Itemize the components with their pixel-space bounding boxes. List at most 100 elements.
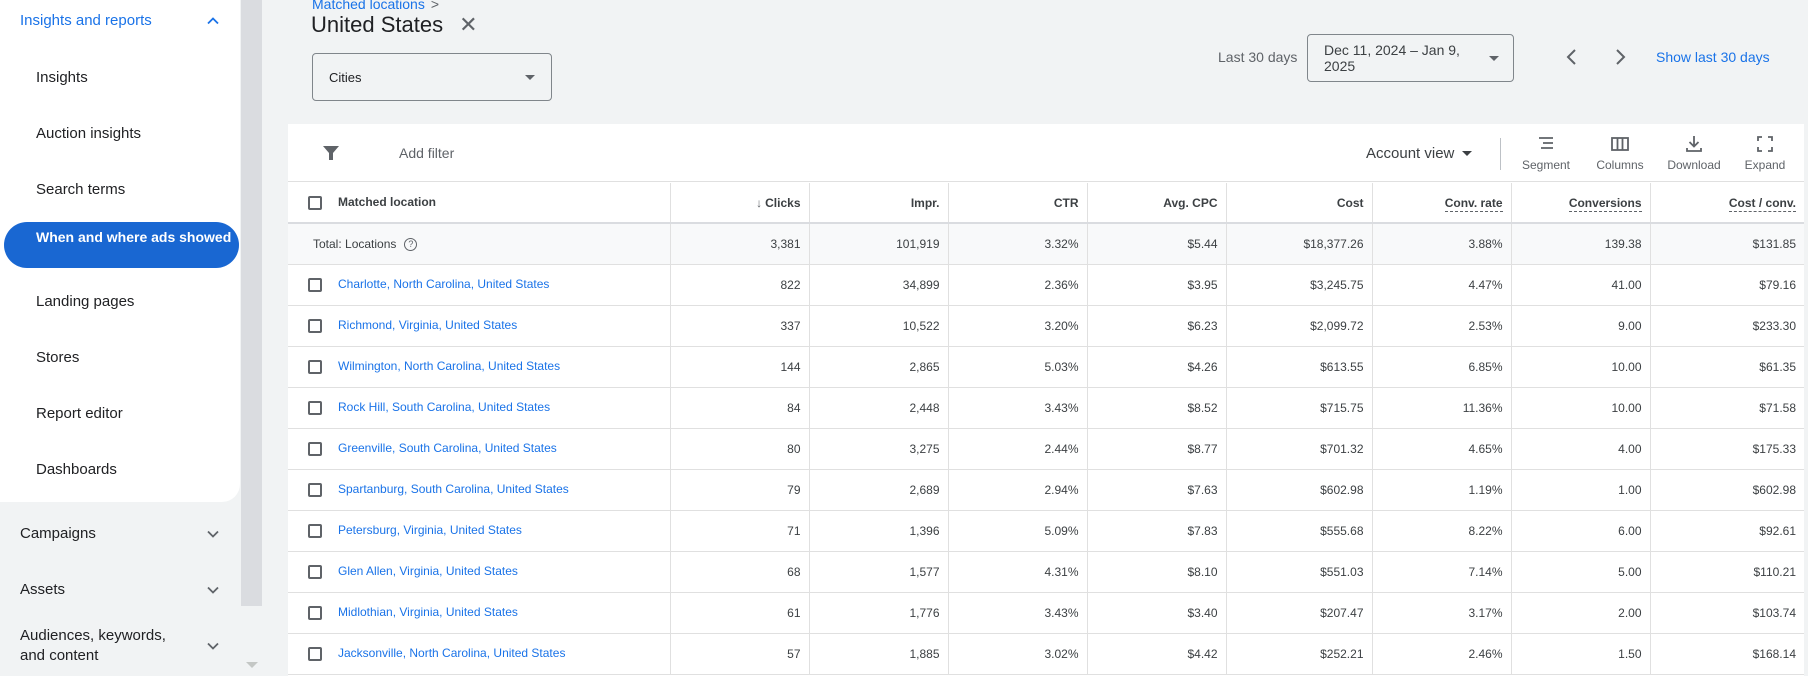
ctr-cell: 5.09% [948,510,1088,552]
expand-button[interactable]: Expand [1733,134,1797,172]
location-level-select[interactable]: Cities [312,53,552,101]
previous-period-icon[interactable] [1561,46,1583,68]
total-label: Total: Locations [313,236,397,251]
download-icon [1686,136,1702,152]
column-header-ctr[interactable]: CTR [948,183,1088,224]
sidebar-section-audiences[interactable]: Audiences, keywords, and content [20,626,220,666]
total-conv-rate: 3.88% [1372,223,1512,265]
column-header-cost[interactable]: Cost [1226,183,1373,224]
sidebar-section-assets[interactable]: Assets [20,581,220,598]
conv-rate-cell: 2.46% [1372,633,1512,675]
column-header-clicks[interactable]: ↓ Clicks [670,183,810,224]
cost-cell: $715.75 [1226,387,1373,429]
ctr-cell: 5.03% [948,346,1088,388]
cost-cell: $613.55 [1226,346,1373,388]
row-checkbox[interactable] [308,277,322,292]
sidebar-item-auction-insights[interactable]: Auction insights [36,125,141,142]
sidebar-item-search-terms[interactable]: Search terms [36,181,125,198]
row-checkbox[interactable] [308,400,322,415]
ctr-cell: 3.02% [948,633,1088,675]
ctr-cell: 2.94% [948,469,1088,511]
location-link[interactable]: Wilmington, North Carolina, United State… [338,359,560,373]
filter-icon[interactable] [322,144,340,162]
table-row: Spartanburg, South Carolina, United Stat… [288,469,1804,511]
sidebar-item-report-editor[interactable]: Report editor [36,405,123,422]
location-link[interactable]: Glen Allen, Virginia, United States [338,564,518,578]
row-checkbox[interactable] [308,482,322,497]
conversions-cell: 10.00 [1511,387,1651,429]
scrollbar-thumb[interactable] [241,0,262,606]
report-table-card: Add filter Account view Segment Columns … [288,124,1804,676]
location-link[interactable]: Richmond, Virginia, United States [338,318,517,332]
cost-cell: $551.03 [1226,551,1373,593]
segment-button[interactable]: Segment [1514,134,1578,172]
sidebar-item-dashboards[interactable]: Dashboards [36,461,117,478]
location-link[interactable]: Spartanburg, South Carolina, United Stat… [338,482,569,496]
row-checkbox[interactable] [308,318,322,333]
total-impr: 101,919 [809,223,949,265]
show-last-30-days-link[interactable]: Show last 30 days [1656,49,1770,65]
impr-cell: 2,689 [809,469,949,511]
scroll-down-arrow-icon[interactable] [246,662,258,668]
sidebar-item-insights[interactable]: Insights [36,69,88,86]
ctr-cell: 2.44% [948,428,1088,470]
date-range-picker[interactable]: Dec 11, 2024 – Jan 9, 2025 [1307,34,1514,82]
total-cost: $18,377.26 [1226,223,1373,265]
cost-cell: $701.32 [1226,428,1373,470]
location-cell: Greenville, South Carolina, United State… [288,428,671,470]
row-checkbox[interactable] [308,646,322,661]
sidebar-section-insights-and-reports[interactable]: Insights and reports [20,12,220,29]
column-header-conversions[interactable]: Conversions [1511,183,1651,224]
column-header-label: CTR [1053,195,1079,210]
help-icon[interactable]: ? [404,237,418,251]
conv-rate-cell: 11.36% [1372,387,1512,429]
column-header-conv-rate[interactable]: Conv. rate [1372,183,1512,224]
table-toolbar: Add filter Account view Segment Columns … [288,124,1804,182]
download-button[interactable]: Download [1662,134,1726,172]
sidebar-item-when-and-where-ads-showed[interactable]: When and where ads showed [4,222,239,268]
sidebar-scrollbar[interactable] [240,0,262,676]
conversions-cell: 9.00 [1511,305,1651,347]
sidebar-item-landing-pages[interactable]: Landing pages [36,293,134,310]
sidebar-section-campaigns[interactable]: Campaigns [20,525,220,542]
location-link[interactable]: Jacksonville, North Carolina, United Sta… [338,646,565,660]
row-checkbox[interactable] [308,523,322,538]
avg-cpc-cell: $8.10 [1087,551,1227,593]
segment-label: Segment [1521,158,1571,172]
cost-cell: $602.98 [1226,469,1373,511]
columns-button[interactable]: Columns [1588,134,1652,172]
impr-cell: 10,522 [809,305,949,347]
close-icon[interactable]: ✕ [459,12,477,38]
table-row: Glen Allen, Virginia, United States 68 1,5… [288,551,1804,593]
next-period-icon[interactable] [1609,46,1631,68]
sidebar-item-stores[interactable]: Stores [36,349,79,366]
account-view-dropdown[interactable]: Account view [1366,145,1473,162]
row-checkbox[interactable] [308,441,322,456]
location-cell: Charlotte, North Carolina, United States [288,264,671,306]
avg-cpc-cell: $4.26 [1087,346,1227,388]
ctr-cell: 3.20% [948,305,1088,347]
column-header-label: Avg. CPC [1163,195,1218,210]
location-link[interactable]: Rock Hill, South Carolina, United States [338,400,550,414]
conv-rate-cell: 8.22% [1372,510,1512,552]
column-header-avg-cpc[interactable]: Avg. CPC [1087,183,1227,224]
breadcrumb-link-matched-locations[interactable]: Matched locations [312,0,425,12]
location-link[interactable]: Greenville, South Carolina, United State… [338,441,557,455]
add-filter-button[interactable]: Add filter [399,145,454,161]
location-link[interactable]: Midlothian, Virginia, United States [338,605,518,619]
row-checkbox[interactable] [308,564,322,579]
column-header-matched-location[interactable]: Matched location [288,183,671,224]
clicks-cell: 337 [670,305,810,347]
column-header-impr[interactable]: Impr. [809,183,949,224]
total-conversions: 139.38 [1511,223,1651,265]
cost-per-conv-cell: $61.35 [1650,346,1804,388]
row-checkbox[interactable] [308,605,322,620]
conversions-cell: 6.00 [1511,510,1651,552]
location-link[interactable]: Charlotte, North Carolina, United States [338,277,549,291]
cost-per-conv-cell: $168.14 [1650,633,1804,675]
column-header-cost-per-conv[interactable]: Cost / conv. [1650,183,1804,224]
select-all-checkbox[interactable] [308,195,322,210]
location-link[interactable]: Petersburg, Virginia, United States [338,523,522,537]
clicks-cell: 61 [670,592,810,634]
row-checkbox[interactable] [308,359,322,374]
